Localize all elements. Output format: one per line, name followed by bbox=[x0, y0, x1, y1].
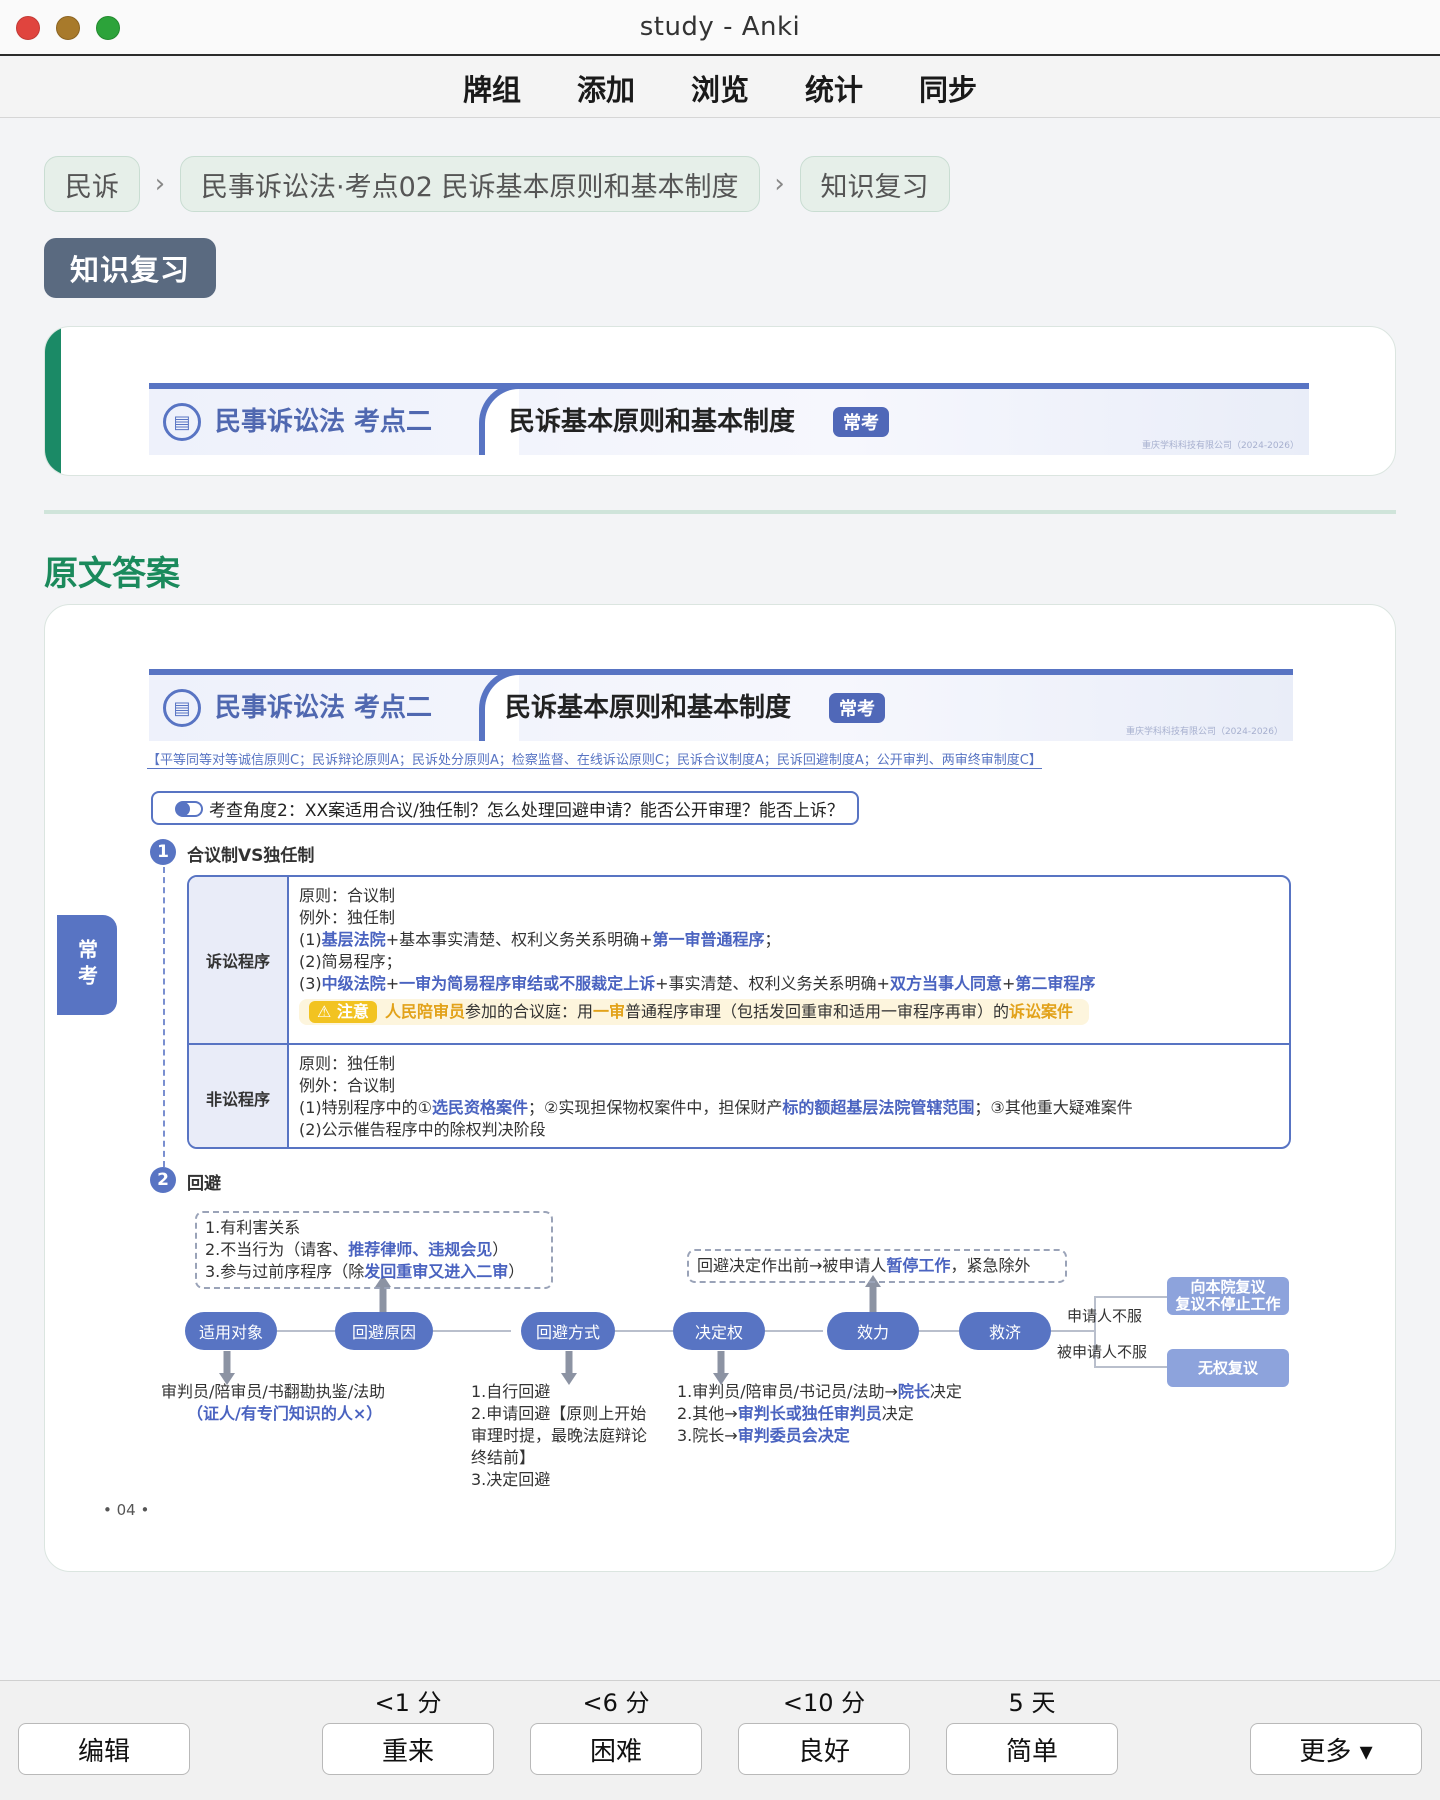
tab-stats[interactable]: 统计 bbox=[805, 67, 863, 109]
answer-card: ▤ 民事诉讼法 考点二 民诉基本原则和基本制度 常考 重庆学科科技有限公司（20… bbox=[44, 604, 1396, 1572]
again-interval: <1 分 bbox=[374, 1689, 442, 1717]
remedy-applicant-label: 申请人不服 bbox=[1067, 1307, 1143, 1325]
main-toolbar: 牌组 添加 浏览 统计 同步 bbox=[0, 58, 1440, 118]
question-card: ▤ 民事诉讼法 考点二 民诉基本原则和基本制度 常考 重庆学科科技有限公司（20… bbox=[44, 326, 1396, 476]
method-text: 1.自行回避 2.申请回避【原则上开始 审理时提，最晚法庭辩论 终结前】 3.决… bbox=[471, 1382, 648, 1489]
flow-node-remedy: 救济 bbox=[959, 1312, 1051, 1350]
banner-tag: 常考 bbox=[833, 407, 889, 437]
chevron-right-icon: › bbox=[774, 169, 785, 199]
card-accent-bar bbox=[45, 327, 61, 475]
topic-banner: ▤ 民事诉讼法 考点二 民诉基本原则和基本制度 常考 重庆学科科技有限公司（20… bbox=[149, 383, 1309, 455]
again-button[interactable]: 重来 bbox=[322, 1723, 494, 1775]
easy-button[interactable]: 简单 bbox=[946, 1723, 1118, 1775]
flow-node-method: 回避方式 bbox=[521, 1312, 615, 1350]
book-icon: ▤ bbox=[163, 403, 201, 441]
breadcrumb-item-topic: 民事诉讼法·考点02 民诉基本原则和基本制度 bbox=[180, 156, 760, 212]
tab-sync[interactable]: 同步 bbox=[919, 67, 977, 109]
flow-node-applicable: 适用对象 bbox=[185, 1312, 277, 1350]
reason-line: 2.不当行为（请客、推荐律师、违规会见） bbox=[205, 1240, 509, 1259]
hard-interval: <6 分 bbox=[582, 1689, 650, 1717]
recusal-flow: 1.有利害关系 2.不当行为（请客、推荐律师、违规会见） 3.参与过前序程序（除… bbox=[45, 605, 1397, 1573]
tab-browse[interactable]: 浏览 bbox=[691, 67, 749, 109]
reason-line: 1.有利害关系 bbox=[205, 1218, 301, 1237]
authority-text: 1.审判员/陪审员/书记员/法助→院长决定 2.其他→审判长或独任审判员决定 3… bbox=[677, 1382, 962, 1445]
tab-decks[interactable]: 牌组 bbox=[463, 67, 521, 109]
remedy-none-box: 无权复议 bbox=[1167, 1349, 1289, 1387]
banner-company: 重庆学科科技有限公司（2024-2026） bbox=[1141, 441, 1299, 451]
more-button[interactable]: 更多 ▾ bbox=[1250, 1723, 1422, 1775]
section-divider bbox=[44, 510, 1396, 514]
chevron-right-icon: › bbox=[154, 169, 166, 199]
flow-node-reasons: 回避原因 bbox=[335, 1312, 433, 1350]
flow-node-authority: 决定权 bbox=[673, 1312, 765, 1350]
reason-line: 3.参与过前序程序（除发回重审又进入二审） bbox=[205, 1262, 525, 1281]
edit-button[interactable]: 编辑 bbox=[18, 1723, 190, 1775]
title-bar: study - Anki bbox=[0, 0, 1440, 56]
easy-interval: 5 天 bbox=[1008, 1689, 1056, 1717]
review-bottom-bar: 编辑 <1 分 重来 <6 分 困难 <10 分 良好 5 天 简单 更多 ▾ bbox=[0, 1680, 1440, 1800]
breadcrumb: 民诉 › 民事诉讼法·考点02 民诉基本原则和基本制度 › 知识复习 bbox=[44, 156, 950, 212]
banner-subject: 民事诉讼法 考点二 bbox=[215, 407, 433, 437]
good-button[interactable]: 良好 bbox=[738, 1723, 910, 1775]
remedy-respondent-label: 被申请人不服 bbox=[1057, 1343, 1148, 1361]
page-number: • 04 • bbox=[103, 1501, 150, 1519]
reasons-box: 1.有利害关系 2.不当行为（请客、推荐律师、违规会见） 3.参与过前序程序（除… bbox=[195, 1211, 553, 1289]
good-interval: <10 分 bbox=[782, 1689, 866, 1717]
flow-node-effect: 效力 bbox=[827, 1312, 919, 1350]
breadcrumb-item-subject: 民诉 bbox=[44, 156, 140, 212]
hard-button[interactable]: 困难 bbox=[530, 1723, 702, 1775]
window-title: study - Anki bbox=[639, 12, 801, 42]
tab-add[interactable]: 添加 bbox=[577, 67, 635, 109]
answer-section-title: 原文答案 bbox=[44, 554, 180, 594]
remedy-reconsider-box: 向本院复议 复议不停止工作 bbox=[1167, 1277, 1289, 1315]
effect-box: 回避决定作出前→被申请人暂停工作，紧急除外 bbox=[687, 1249, 1067, 1283]
card-type-badge: 知识复习 bbox=[44, 238, 216, 298]
banner-title: 民诉基本原则和基本制度 bbox=[509, 407, 796, 437]
breadcrumb-item-type: 知识复习 bbox=[799, 156, 950, 212]
applicants-text: 审判员/陪审员/书翻勘执鉴/法助 （证人/有专门知识的人×） bbox=[161, 1382, 386, 1423]
